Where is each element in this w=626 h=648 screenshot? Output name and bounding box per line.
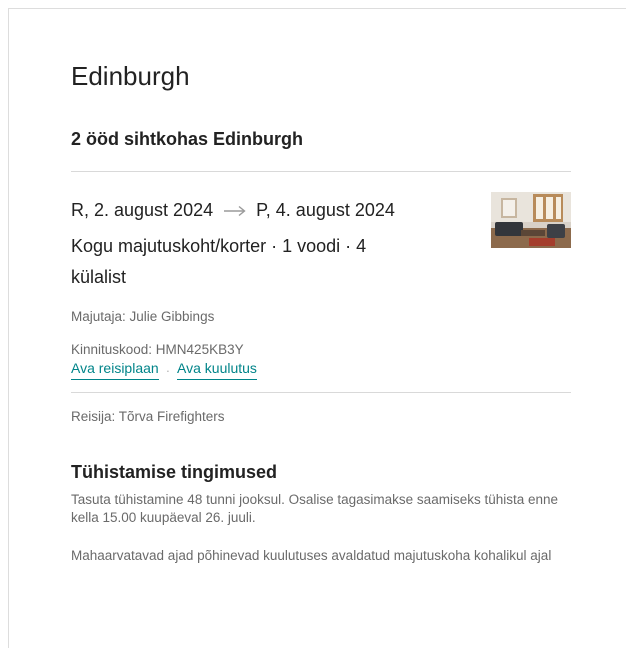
- arrow-right-icon: [224, 205, 246, 216]
- listing-summary: Kogu majutuskoht/korter · 1 voodi · 4 kü…: [71, 236, 367, 287]
- city-title: Edinburgh: [71, 61, 190, 91]
- check-in-date: R, 2. august 2024: [71, 200, 214, 220]
- link-separator: ·: [165, 362, 171, 378]
- timezone-note: Mahaarvatavad ajad põhinevad kuulutuses …: [71, 548, 552, 563]
- open-listing-link[interactable]: Ava kuulutus: [177, 360, 257, 380]
- open-itinerary-link[interactable]: Ava reisiplaan: [71, 360, 159, 380]
- middle-divider: [71, 392, 571, 393]
- traveler-name: Reisija: Tõrva Firefighters: [71, 409, 225, 424]
- top-divider: [71, 171, 571, 172]
- nights-summary: 2 ööd sihtkohas Edinburgh: [71, 129, 304, 149]
- listing-photo-icon[interactable]: [491, 192, 571, 248]
- stay-dates: R, 2. august 2024 P, 4. august 2024: [71, 200, 395, 221]
- cancellation-title: Tühistamise tingimused: [71, 462, 278, 482]
- listing-photo-graphic: [491, 192, 571, 248]
- host-name: Majutaja: Julie Gibbings: [71, 309, 215, 324]
- confirmation-code: Kinnituskood: HMN425KB3Y: [71, 342, 244, 357]
- cancellation-policy-text: Tasuta tühistamine 48 tunni jooksul. Osa…: [71, 492, 559, 525]
- itinerary-card: Edinburgh 2 ööd sihtkohas Edinburgh R, 2…: [8, 8, 626, 648]
- itinerary-links: Ava reisiplaan · Ava kuulutus: [71, 360, 257, 380]
- check-out-date: P, 4. august 2024: [256, 200, 395, 220]
